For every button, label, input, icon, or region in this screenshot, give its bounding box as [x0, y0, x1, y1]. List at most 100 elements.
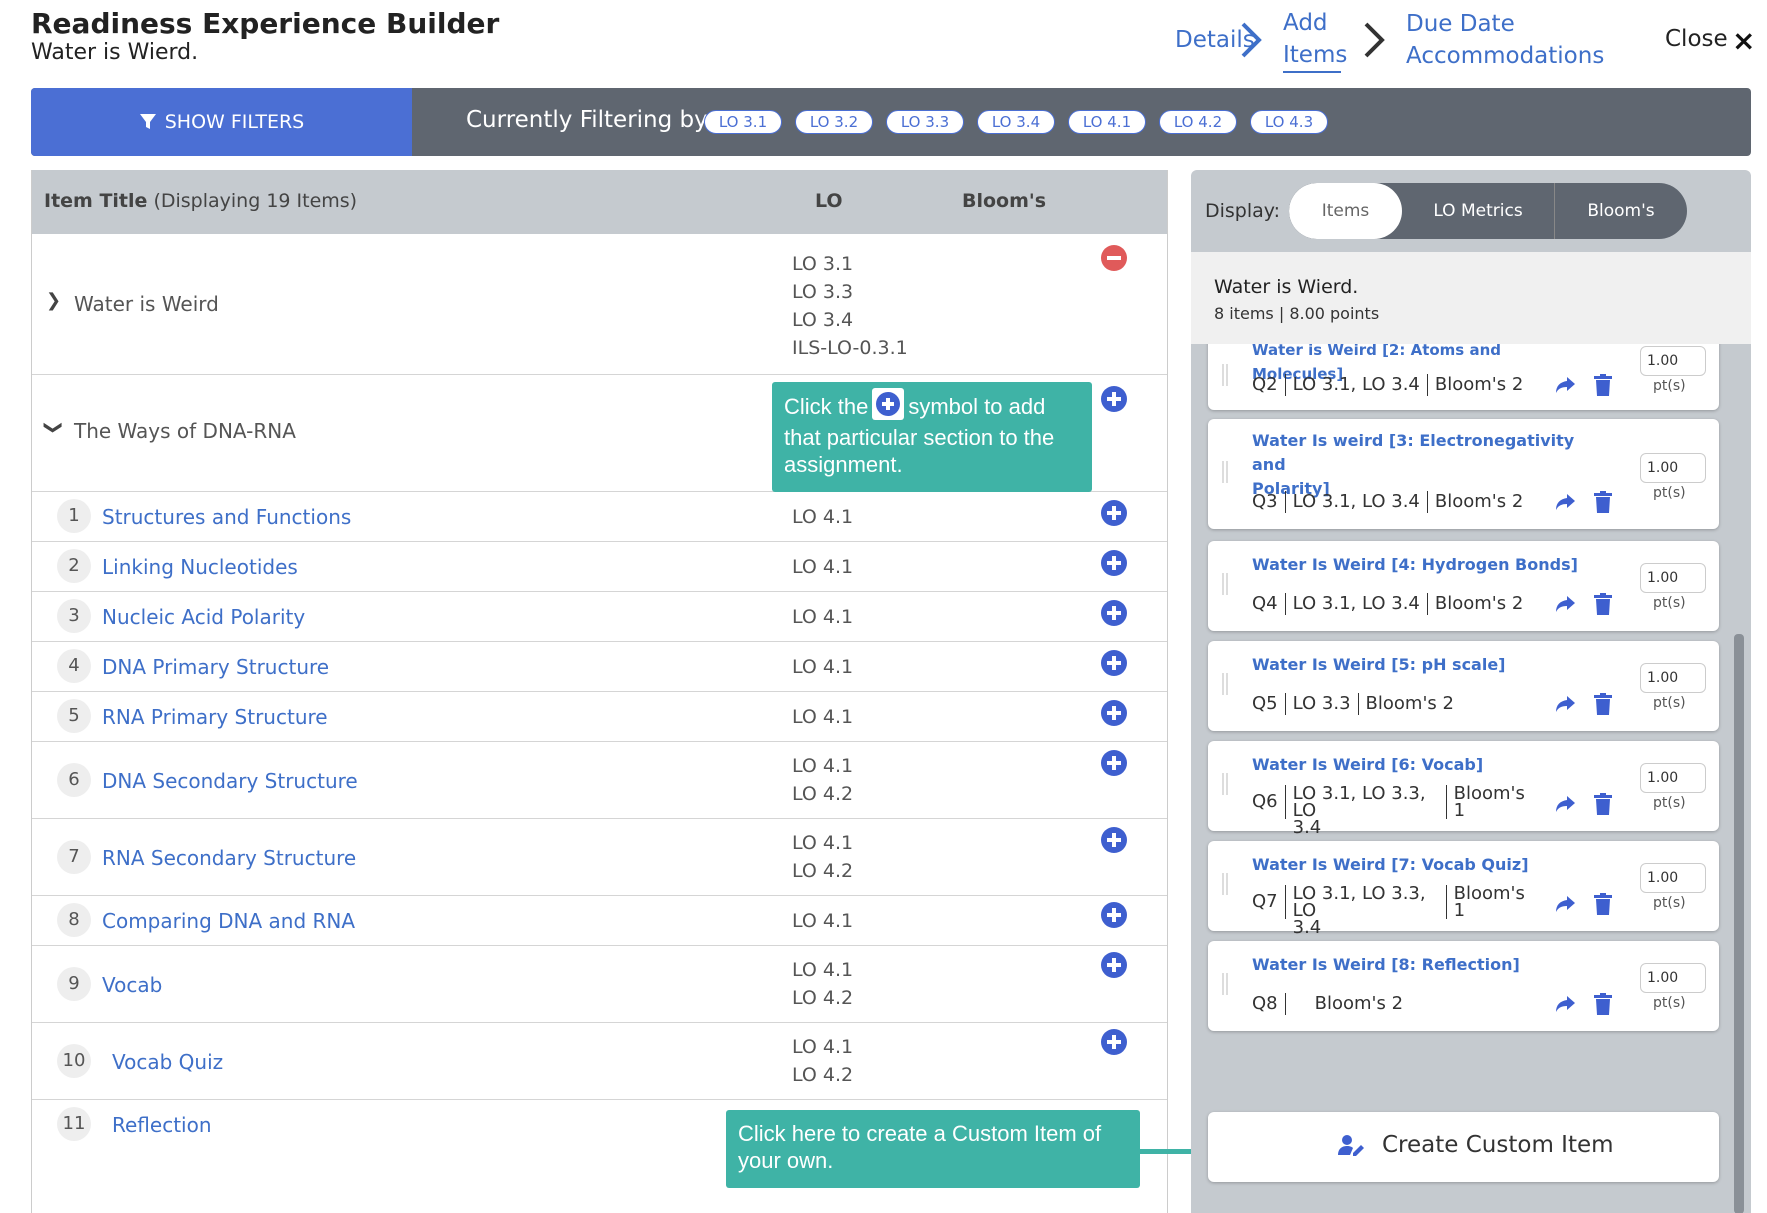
item-title-link[interactable]: Vocab	[102, 973, 162, 997]
drag-handle-icon[interactable]	[1222, 673, 1228, 695]
filter-chip[interactable]: LO 3.3	[886, 110, 964, 134]
share-arrow-icon[interactable]	[1554, 693, 1576, 715]
trash-icon[interactable]	[1594, 491, 1612, 513]
item-title-link[interactable]: Linking Nucleotides	[102, 555, 298, 579]
drag-handle-icon[interactable]	[1222, 573, 1228, 595]
tab-lo-metrics[interactable]: LO Metrics	[1402, 183, 1555, 239]
question-number: Q3	[1252, 491, 1278, 512]
drag-handle-icon[interactable]	[1222, 873, 1228, 895]
table-row[interactable]: 7 RNA Secondary Structure LO 4.1 LO 4.2	[32, 819, 1167, 896]
question-title[interactable]: Water Is Weird [6: Vocab]	[1252, 753, 1592, 777]
trash-icon[interactable]	[1594, 593, 1612, 615]
column-item-title: Item Title (Displaying 19 Items)	[44, 190, 357, 212]
table-row[interactable]: 3 Nucleic Acid Polarity LO 4.1	[32, 592, 1167, 642]
share-arrow-icon[interactable]	[1554, 374, 1576, 396]
question-card[interactable]: Water is Weird [2: Atoms and Molecules] …	[1208, 344, 1719, 410]
item-title-link[interactable]: Comparing DNA and RNA	[102, 909, 355, 933]
table-row[interactable]: 10 Vocab Quiz LO 4.1 LO 4.2	[32, 1023, 1167, 1100]
trash-icon[interactable]	[1594, 374, 1612, 396]
question-card[interactable]: Water Is Weird [8: Reflection] Q8 Bloom's…	[1208, 941, 1719, 1031]
section-lo-list: LO 3.1 LO 3.3 LO 3.4 ILS-LO-0.3.1	[792, 250, 908, 362]
filter-chip[interactable]: LO 3.4	[977, 110, 1055, 134]
plus-circle-icon[interactable]	[1100, 951, 1128, 979]
item-title-link[interactable]: RNA Primary Structure	[102, 705, 328, 729]
plus-circle-icon[interactable]	[1100, 901, 1128, 929]
item-title-link[interactable]: Nucleic Acid Polarity	[102, 605, 305, 629]
drag-handle-icon[interactable]	[1222, 973, 1228, 995]
table-row[interactable]: 1 Structures and Functions LO 4.1	[32, 492, 1167, 542]
question-card[interactable]: Water Is Weird [5: pH scale] Q5 LO 3.3 Blo…	[1208, 641, 1719, 731]
item-number: 4	[57, 649, 91, 683]
points-input[interactable]: 1.00	[1640, 563, 1706, 593]
lo-value: LO 4.2	[792, 860, 854, 882]
table-row[interactable]: 9 Vocab LO 4.1 LO 4.2	[32, 946, 1167, 1023]
points-input[interactable]: 1.00	[1640, 863, 1706, 893]
question-card[interactable]: Water Is Weird [7: Vocab Quiz] Q7 LO 3.1…	[1208, 841, 1719, 937]
close-button[interactable]: Close	[1665, 26, 1728, 52]
question-title[interactable]: Water Is Weird [7: Vocab Quiz]	[1252, 853, 1592, 877]
item-title-link[interactable]: DNA Secondary Structure	[102, 769, 358, 793]
item-title-link[interactable]: DNA Primary Structure	[102, 655, 329, 679]
question-title[interactable]: Water Is Weird [4: Hydrogen Bonds]	[1252, 553, 1592, 577]
share-arrow-icon[interactable]	[1554, 593, 1576, 615]
close-icon[interactable]: ×	[1732, 24, 1755, 57]
tab-blooms[interactable]: Bloom's	[1555, 183, 1687, 239]
item-title-link[interactable]: Vocab Quiz	[112, 1050, 223, 1074]
plus-circle-icon[interactable]	[1100, 749, 1128, 777]
filter-chip[interactable]: LO 4.1	[1068, 110, 1146, 134]
item-title-link[interactable]: RNA Secondary Structure	[102, 846, 356, 870]
drag-handle-icon[interactable]	[1222, 461, 1228, 483]
plus-circle-icon[interactable]	[1100, 599, 1128, 627]
minus-circle-icon[interactable]	[1100, 244, 1128, 272]
show-filters-button[interactable]: SHOW FILTERS	[31, 88, 412, 156]
user-edit-icon	[1338, 1135, 1364, 1156]
trash-icon[interactable]	[1594, 693, 1612, 715]
table-row[interactable]: 5 RNA Primary Structure LO 4.1	[32, 692, 1167, 742]
trash-icon[interactable]	[1594, 793, 1612, 815]
filter-chip[interactable]: LO 3.1	[704, 110, 782, 134]
drag-handle-icon[interactable]	[1222, 773, 1228, 795]
question-title[interactable]: Water Is Weird [5: pH scale]	[1252, 653, 1592, 677]
question-card[interactable]: Water Is Weird [6: Vocab] Q6 LO 3.1, LO …	[1208, 741, 1719, 837]
share-arrow-icon[interactable]	[1554, 893, 1576, 915]
chevron-right-icon[interactable]: ❯	[46, 290, 61, 311]
question-card[interactable]: Water Is weird [3: Electronegativity and…	[1208, 419, 1719, 529]
plus-circle-icon[interactable]	[1100, 826, 1128, 854]
tab-items[interactable]: Items	[1289, 183, 1402, 239]
scrollbar[interactable]	[1734, 634, 1744, 1213]
share-arrow-icon[interactable]	[1554, 793, 1576, 815]
share-arrow-icon[interactable]	[1554, 491, 1576, 513]
plus-circle-icon[interactable]	[1100, 385, 1128, 413]
table-row[interactable]: 8 Comparing DNA and RNA LO 4.1	[32, 896, 1167, 946]
trash-icon[interactable]	[1594, 993, 1612, 1015]
create-custom-item-button[interactable]: Create Custom Item	[1208, 1112, 1719, 1182]
step-add-items[interactable]: Add Items	[1283, 7, 1347, 73]
share-arrow-icon[interactable]	[1554, 993, 1576, 1015]
plus-circle-icon[interactable]	[1100, 699, 1128, 727]
drag-handle-icon[interactable]	[1222, 364, 1228, 386]
plus-circle-icon[interactable]	[1100, 549, 1128, 577]
points-input[interactable]: 1.00	[1640, 963, 1706, 993]
item-number: 2	[57, 549, 91, 583]
points-input[interactable]: 1.00	[1640, 346, 1706, 376]
item-title-link[interactable]: Structures and Functions	[102, 505, 351, 529]
question-card[interactable]: Water Is Weird [4: Hydrogen Bonds] Q4 LO …	[1208, 541, 1719, 631]
points-input[interactable]: 1.00	[1640, 663, 1706, 693]
points-input[interactable]: 1.00	[1640, 453, 1706, 483]
table-row[interactable]: 4 DNA Primary Structure LO 4.1	[32, 642, 1167, 692]
filter-chip[interactable]: LO 4.3	[1250, 110, 1328, 134]
trash-icon[interactable]	[1594, 893, 1612, 915]
filter-chip[interactable]: LO 4.2	[1159, 110, 1237, 134]
section-row[interactable]: ❯ Water is Weird LO 3.1 LO 3.3 LO 3.4 IL…	[32, 234, 1167, 375]
plus-circle-icon[interactable]	[1100, 1028, 1128, 1056]
points-input[interactable]: 1.00	[1640, 763, 1706, 793]
item-title-link[interactable]: Reflection	[112, 1113, 212, 1137]
table-row[interactable]: 6 DNA Secondary Structure LO 4.1 LO 4.2	[32, 742, 1167, 819]
table-row[interactable]: 2 Linking Nucleotides LO 4.1	[32, 542, 1167, 592]
plus-circle-icon[interactable]	[1100, 499, 1128, 527]
filter-chip[interactable]: LO 3.2	[795, 110, 873, 134]
plus-circle-icon[interactable]	[1100, 649, 1128, 677]
question-title[interactable]: Water Is Weird [8: Reflection]	[1252, 953, 1592, 977]
step-due-date[interactable]: Due Date Accommodations	[1406, 8, 1604, 72]
chevron-down-icon[interactable]: ❯	[43, 420, 64, 435]
